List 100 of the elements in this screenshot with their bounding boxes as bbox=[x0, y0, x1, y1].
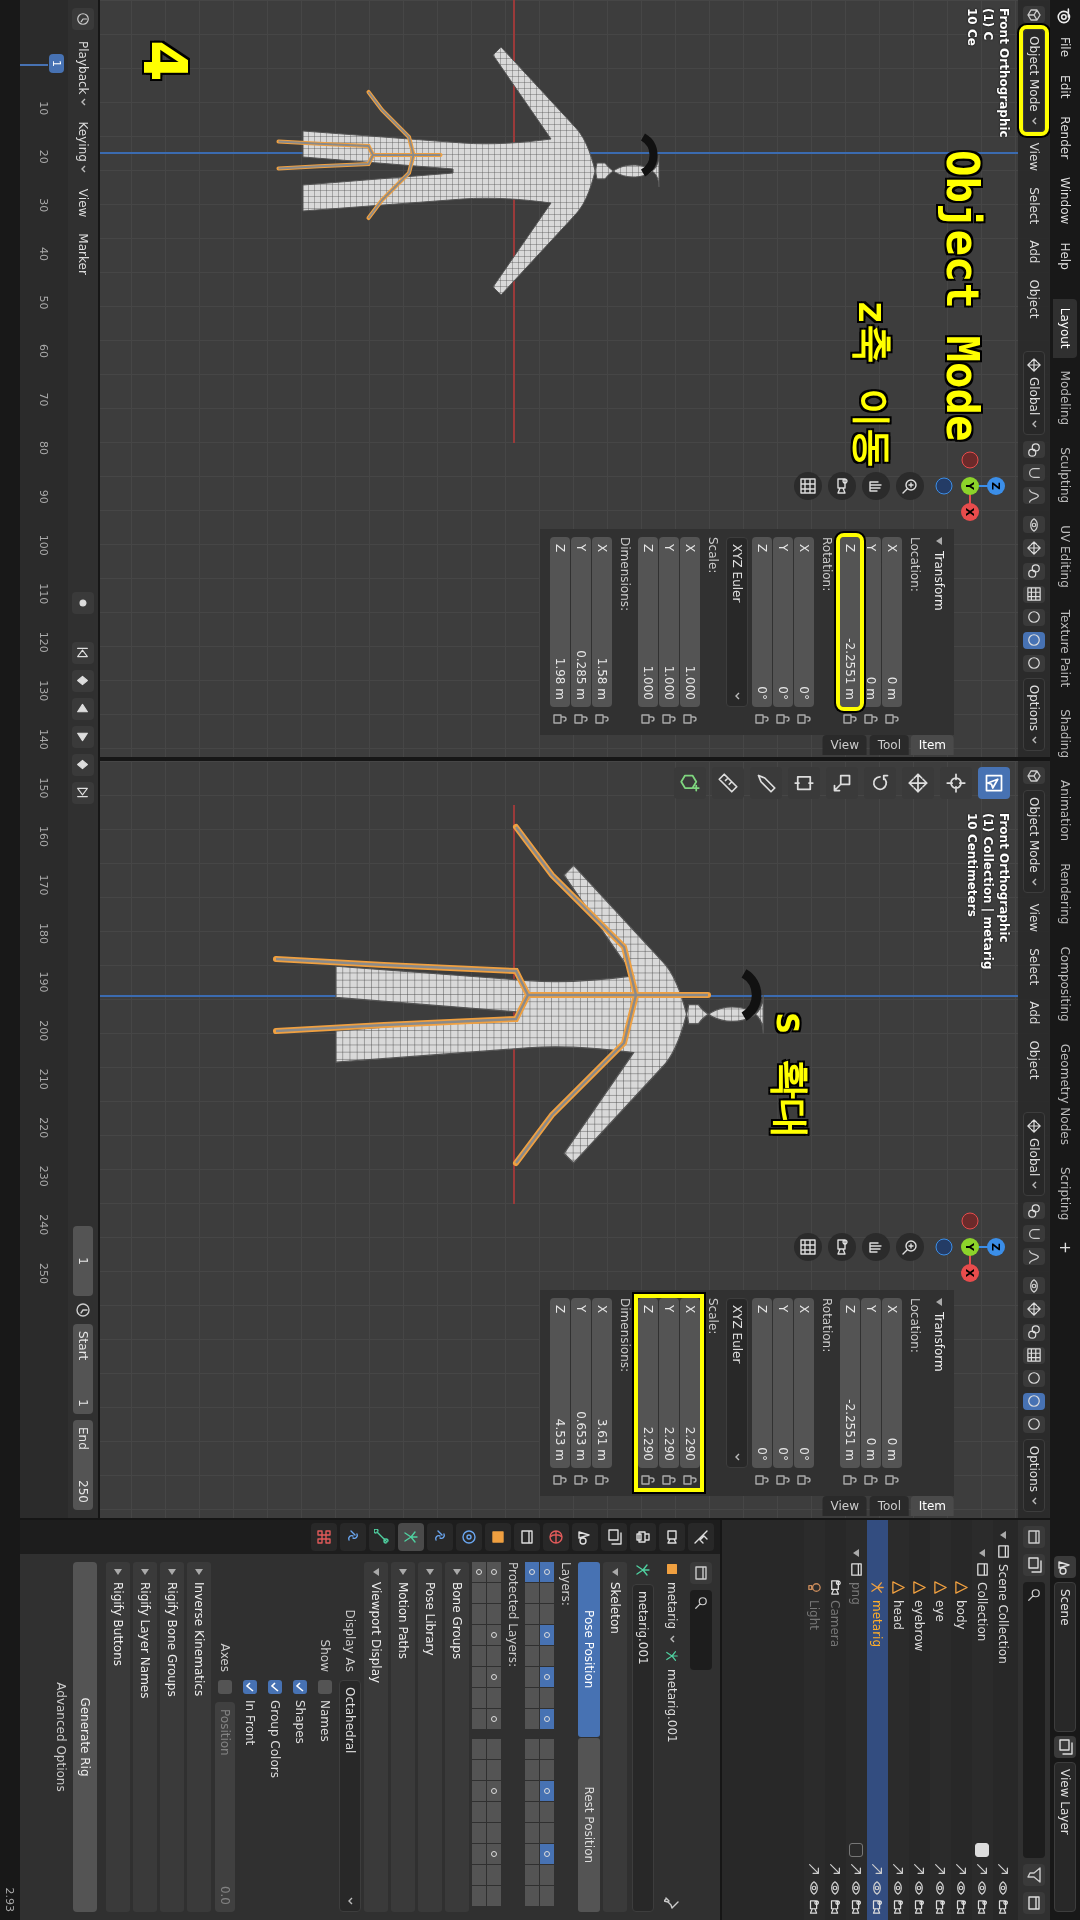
layer-toggle[interactable] bbox=[487, 1562, 501, 1582]
layer-toggle[interactable] bbox=[525, 1823, 539, 1843]
outliner-row[interactable]: Scene Collection bbox=[993, 1520, 1014, 1920]
checkbox[interactable]: In Front bbox=[243, 1680, 257, 1746]
layer-toggle[interactable] bbox=[540, 1823, 554, 1843]
layer-toggle[interactable] bbox=[540, 1739, 554, 1759]
layer-toggle[interactable] bbox=[487, 1781, 501, 1801]
number-field[interactable]: Y 0.653 m bbox=[571, 1298, 591, 1468]
view-layer-selector[interactable]: View Layer bbox=[1054, 1762, 1076, 1912]
properties-tab[interactable] bbox=[398, 1523, 424, 1551]
panel-header[interactable]: Motion Paths bbox=[391, 1562, 415, 1912]
nav-button[interactable] bbox=[828, 1233, 856, 1261]
outliner-row[interactable]: metarig bbox=[867, 1520, 888, 1920]
layer-toggle[interactable] bbox=[525, 1667, 539, 1687]
layer-toggle[interactable] bbox=[525, 1802, 539, 1822]
layer-toggle[interactable] bbox=[525, 1886, 539, 1906]
menu-item[interactable]: Object bbox=[1027, 274, 1041, 324]
menu-item[interactable]: Edit bbox=[1055, 68, 1075, 106]
layer-toggle[interactable] bbox=[472, 1865, 486, 1885]
number-field[interactable]: Y 1.000 bbox=[659, 537, 679, 707]
number-field[interactable]: X 0 m bbox=[882, 537, 902, 707]
layer-toggle[interactable] bbox=[472, 1760, 486, 1780]
layer-toggle[interactable] bbox=[525, 1646, 539, 1666]
layer-toggle[interactable] bbox=[487, 1739, 501, 1759]
panel-header[interactable]: Rigify Bone Groups bbox=[160, 1562, 184, 1912]
layer-toggle[interactable] bbox=[525, 1688, 539, 1708]
start-frame-field[interactable]: Start 1 bbox=[73, 1324, 93, 1414]
panel-header[interactable]: Rigify Layer Names bbox=[133, 1562, 157, 1912]
workspace-tab[interactable]: Geometry Nodes bbox=[1053, 1034, 1077, 1154]
number-field[interactable]: Z -2.2551 m bbox=[840, 1298, 860, 1468]
section-label[interactable]: Advanced Options bbox=[52, 1562, 70, 1912]
layer-toggle[interactable] bbox=[472, 1562, 486, 1582]
workspace-tab[interactable]: Modeling bbox=[1053, 361, 1077, 435]
sidebar-tab[interactable]: Tool bbox=[869, 735, 909, 755]
checkbox[interactable]: Shapes bbox=[293, 1680, 307, 1744]
options-dropdown[interactable]: Options bbox=[1023, 677, 1045, 752]
layer-toggle[interactable] bbox=[487, 1823, 501, 1843]
nav-button[interactable] bbox=[794, 1233, 822, 1261]
workspace-tab[interactable]: Shading bbox=[1053, 700, 1077, 767]
properties-tab[interactable] bbox=[630, 1523, 656, 1551]
layer-toggle[interactable] bbox=[525, 1844, 539, 1864]
menu-item[interactable]: File bbox=[1055, 30, 1075, 65]
nav-button[interactable] bbox=[828, 472, 856, 500]
toggle-button[interactable]: Rest Position bbox=[578, 1737, 600, 1912]
layer-toggle[interactable] bbox=[472, 1646, 486, 1666]
playback-button[interactable] bbox=[72, 697, 94, 720]
layer-toggle[interactable] bbox=[487, 1760, 501, 1780]
properties-tab[interactable] bbox=[514, 1523, 540, 1551]
number-field[interactable]: Y 2.290 bbox=[659, 1298, 679, 1468]
number-field[interactable]: Z 0° bbox=[752, 537, 772, 707]
playback-button[interactable] bbox=[72, 725, 94, 748]
layer-toggle[interactable] bbox=[487, 1646, 501, 1666]
number-field[interactable]: Z 2.290 bbox=[638, 1298, 658, 1468]
playback-button[interactable] bbox=[72, 669, 94, 692]
layer-toggle[interactable] bbox=[472, 1886, 486, 1906]
panel-header[interactable]: Bone Groups bbox=[445, 1562, 469, 1912]
layer-toggle[interactable] bbox=[540, 1886, 554, 1906]
layer-toggle[interactable] bbox=[525, 1760, 539, 1780]
layer-toggle[interactable] bbox=[487, 1886, 501, 1906]
nav-button[interactable] bbox=[896, 1233, 924, 1261]
layer-toggle[interactable] bbox=[487, 1865, 501, 1885]
number-field[interactable]: Y 0° bbox=[773, 1298, 793, 1468]
rotation-mode-dropdown[interactable]: XYZ Euler bbox=[726, 537, 748, 707]
layer-toggle[interactable] bbox=[540, 1604, 554, 1624]
layer-toggle[interactable] bbox=[525, 1562, 539, 1582]
layer-toggle[interactable] bbox=[540, 1646, 554, 1666]
number-field[interactable]: X 0 m bbox=[882, 1298, 902, 1468]
current-frame-field[interactable]: 1 bbox=[73, 1226, 93, 1296]
workspace-tab[interactable]: Animation bbox=[1053, 771, 1077, 851]
layer-toggle[interactable] bbox=[525, 1739, 539, 1759]
layer-toggle[interactable] bbox=[540, 1688, 554, 1708]
display-as-dropdown[interactable]: Octahedral bbox=[339, 1680, 361, 1912]
workspace-tab[interactable]: Sculpting bbox=[1053, 438, 1077, 513]
layer-toggle[interactable] bbox=[472, 1781, 486, 1801]
layer-toggle[interactable] bbox=[540, 1760, 554, 1780]
rotation-mode-dropdown[interactable]: XYZ Euler bbox=[726, 1298, 748, 1468]
layer-toggle[interactable] bbox=[487, 1625, 501, 1645]
nav-button[interactable] bbox=[862, 472, 890, 500]
add-workspace-button[interactable]: + bbox=[1056, 1233, 1074, 1262]
layer-toggle[interactable] bbox=[487, 1844, 501, 1864]
number-field[interactable]: Y 0° bbox=[773, 537, 793, 707]
layer-toggle[interactable] bbox=[540, 1625, 554, 1645]
nav-button[interactable] bbox=[862, 1233, 890, 1261]
sidebar-tab[interactable]: Item bbox=[910, 1496, 954, 1516]
layer-toggle[interactable] bbox=[525, 1709, 539, 1729]
layer-toggle[interactable] bbox=[540, 1781, 554, 1801]
layer-toggle[interactable] bbox=[472, 1844, 486, 1864]
panel-header[interactable]: Skeleton bbox=[603, 1562, 627, 1912]
layer-toggle[interactable] bbox=[472, 1583, 486, 1603]
layer-toggle[interactable] bbox=[540, 1562, 554, 1582]
layer-toggle[interactable] bbox=[487, 1583, 501, 1603]
menu-item[interactable]: Add bbox=[1027, 996, 1041, 1030]
panel-header[interactable]: Pose Library bbox=[418, 1562, 442, 1912]
menu-dropdown[interactable]: Keying bbox=[76, 116, 90, 178]
playhead[interactable]: 1 bbox=[49, 54, 64, 73]
playback-button[interactable] bbox=[72, 781, 94, 804]
menu-item[interactable]: Window bbox=[1055, 170, 1075, 232]
layer-toggle[interactable] bbox=[472, 1688, 486, 1708]
workspace-tab[interactable]: Layout bbox=[1053, 298, 1077, 358]
breadcrumb-item[interactable]: metarig bbox=[665, 1582, 679, 1629]
